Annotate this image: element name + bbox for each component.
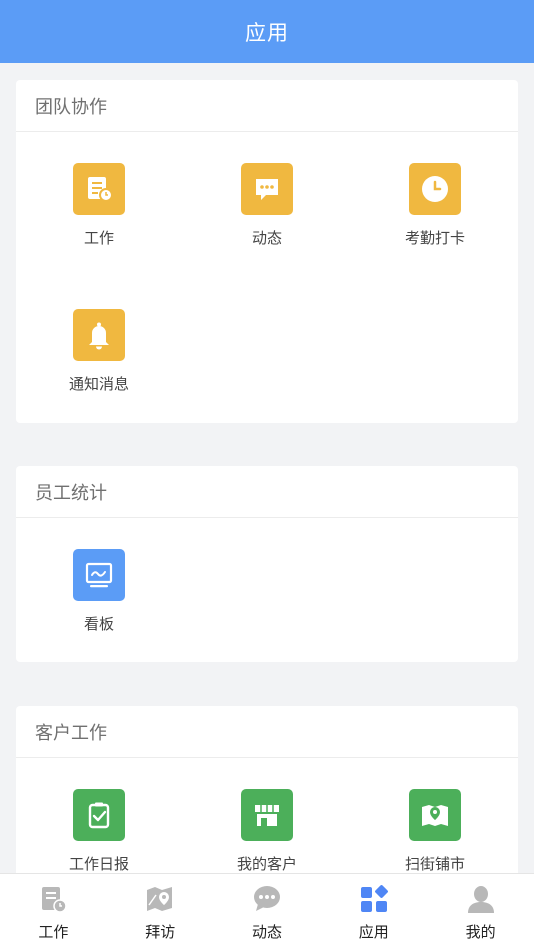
section-title: 员工统计: [16, 466, 518, 518]
store-icon: [241, 789, 293, 841]
chat-bubble-icon: [250, 882, 284, 916]
work-doc-icon: [36, 882, 70, 916]
map-pin-icon: [409, 789, 461, 841]
map-visit-icon: [143, 882, 177, 916]
app-label: 扫街铺市: [404, 855, 465, 873]
app-work[interactable]: 工作: [16, 132, 182, 262]
tab-visit[interactable]: 拜访: [107, 874, 214, 950]
dashboard-monitor-icon: [73, 549, 125, 601]
app-attendance[interactable]: 考勤打卡: [352, 132, 518, 262]
tab-work[interactable]: 工作: [0, 874, 107, 950]
tab-mine[interactable]: 我的: [427, 874, 534, 950]
bottom-tab-bar: 工作 拜访 动态 应用 我的: [0, 873, 534, 950]
tab-label: 动态: [251, 923, 282, 941]
app-my-customers[interactable]: 我的客户: [184, 758, 350, 873]
app-label: 工作日报: [68, 855, 129, 873]
app-label: 工作: [83, 229, 114, 247]
section-title: 团队协作: [16, 80, 518, 132]
app-label: 考勤打卡: [404, 229, 465, 247]
app-list-scroll[interactable]: 团队协作 工作 动态 考勤打卡 通知消息 员工统计 看板 客户工作 工作日报 我…: [0, 63, 534, 873]
tab-label: 我的: [465, 923, 496, 941]
page-title: 应用: [245, 20, 289, 45]
section-staff-statistics: 员工统计 看板: [16, 466, 518, 662]
section-customer-work: 客户工作 工作日报 我的客户 扫街铺市: [16, 706, 518, 873]
app-moments[interactable]: 动态: [184, 132, 350, 262]
top-nav-bar: 应用: [0, 0, 534, 63]
tab-label: 工作: [38, 923, 69, 941]
app-label: 我的客户: [236, 855, 297, 873]
tab-label: 应用: [358, 923, 389, 941]
tab-moments[interactable]: 动态: [214, 874, 321, 950]
app-street-sweep[interactable]: 扫街铺市: [352, 758, 518, 873]
clock-icon: [409, 163, 461, 215]
app-daily-report[interactable]: 工作日报: [16, 758, 182, 873]
app-label: 动态: [251, 229, 282, 247]
clipboard-check-icon: [73, 789, 125, 841]
app-dashboard[interactable]: 看板: [16, 518, 182, 648]
chat-bubble-icon: [241, 163, 293, 215]
app-notifications[interactable]: 通知消息: [16, 278, 182, 408]
app-label: 通知消息: [68, 375, 129, 393]
tab-label: 拜访: [145, 923, 176, 941]
section-title: 客户工作: [16, 706, 518, 758]
bell-icon: [73, 309, 125, 361]
work-doc-icon: [73, 163, 125, 215]
tab-apps[interactable]: 应用: [320, 874, 427, 950]
apps-grid-icon: [357, 882, 391, 916]
person-icon: [464, 882, 498, 916]
section-team-collaboration: 团队协作 工作 动态 考勤打卡 通知消息: [16, 80, 518, 423]
app-label: 看板: [83, 615, 114, 633]
